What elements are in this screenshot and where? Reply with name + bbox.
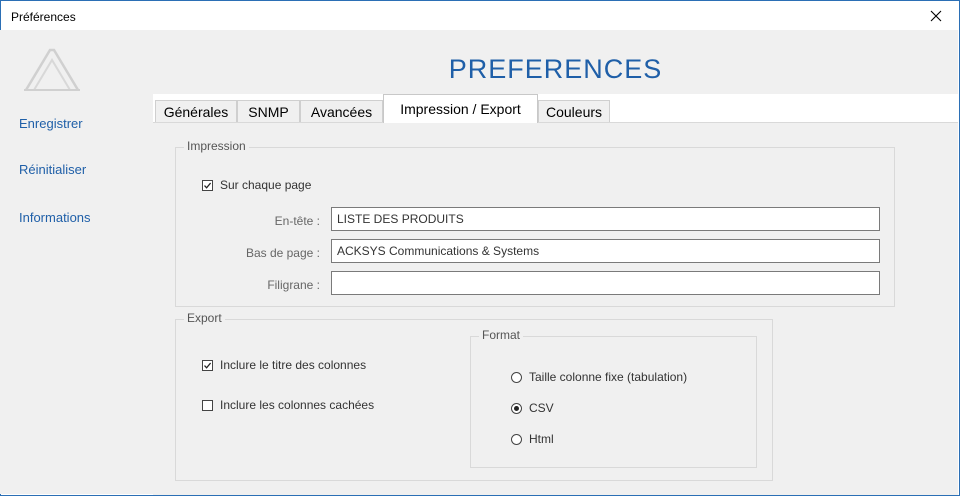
format-radio-fixed[interactable] xyxy=(511,371,522,383)
impression-group: Impression Sur chaque page En-tête : Bas… xyxy=(175,139,895,307)
tab-couleurs[interactable]: Couleurs xyxy=(538,100,610,122)
impression-legend: Impression xyxy=(184,139,249,153)
each-page-label: Sur chaque page xyxy=(220,178,312,192)
include-hidden-label: Inclure les colonnes cachées xyxy=(220,398,375,412)
each-page-checkbox[interactable] xyxy=(202,179,213,191)
header-field[interactable] xyxy=(331,207,880,231)
sidebar-item-save[interactable]: Enregistrer xyxy=(19,116,83,131)
tab-snmp[interactable]: SNMP xyxy=(237,100,300,122)
close-icon xyxy=(930,10,942,22)
format-legend: Format xyxy=(479,328,524,342)
sidebar: Enregistrer Réinitialiser Informations xyxy=(0,30,153,494)
format-group: Format Taille colonne fixe (tabulation) … xyxy=(470,328,757,468)
main-header: PREFERENCES xyxy=(153,30,958,94)
watermark-field-label: Filigrane : xyxy=(267,278,320,292)
tab-impression-export[interactable]: Impression / Export xyxy=(383,94,538,123)
include-titles-checkbox[interactable] xyxy=(202,359,213,371)
include-hidden-checkbox-row[interactable]: Inclure les colonnes cachées xyxy=(202,398,374,412)
format-label-html: Html xyxy=(529,432,554,446)
sidebar-item-reset[interactable]: Réinitialiser xyxy=(19,162,86,177)
tab-content-panel: Impression Sur chaque page En-tête : Bas… xyxy=(153,122,958,495)
close-button[interactable] xyxy=(913,1,959,31)
checkmark-icon xyxy=(204,182,212,189)
format-label-csv: CSV xyxy=(529,401,554,415)
format-radio-html[interactable] xyxy=(511,433,522,445)
sidebar-item-info[interactable]: Informations xyxy=(19,210,91,225)
footer-field[interactable] xyxy=(331,239,880,263)
format-option-html[interactable]: Html xyxy=(511,432,554,446)
include-titles-label: Inclure le titre des colonnes xyxy=(220,358,367,372)
header-field-label: En-tête : xyxy=(274,214,320,228)
tab-avancees[interactable]: Avancées xyxy=(300,100,383,122)
checkmark-icon xyxy=(204,362,212,369)
format-radio-csv[interactable] xyxy=(511,402,522,414)
title-bar: Préférences xyxy=(1,1,959,31)
format-option-fixed[interactable]: Taille colonne fixe (tabulation) xyxy=(511,370,687,384)
export-group: Export Inclure le titre des colonnes Inc… xyxy=(175,311,773,481)
watermark-field[interactable] xyxy=(331,271,880,295)
include-hidden-checkbox[interactable] xyxy=(202,399,213,411)
export-legend: Export xyxy=(184,311,225,325)
include-titles-checkbox-row[interactable]: Inclure le titre des colonnes xyxy=(202,358,366,372)
each-page-checkbox-row[interactable]: Sur chaque page xyxy=(202,178,311,192)
format-option-csv[interactable]: CSV xyxy=(511,401,554,415)
format-label-fixed: Taille colonne fixe (tabulation) xyxy=(529,370,688,384)
page-title: PREFERENCES xyxy=(448,54,663,84)
window-title: Préférences xyxy=(11,10,76,24)
footer-field-label: Bas de page : xyxy=(245,246,320,260)
radio-selected-dot xyxy=(514,405,519,411)
tab-generales[interactable]: Générales xyxy=(155,100,237,122)
app-logo-icon xyxy=(24,48,80,91)
